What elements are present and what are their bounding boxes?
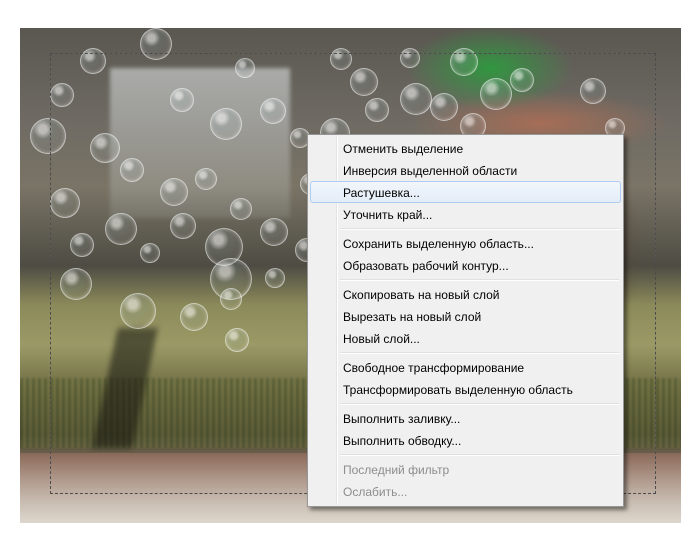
- menu-separator: [310, 400, 621, 407]
- menu-item[interactable]: Инверсия выделенной области: [310, 159, 621, 181]
- menu-separator: [310, 276, 621, 283]
- menu-item[interactable]: Новый слой...: [310, 327, 621, 349]
- menu-item[interactable]: Растушевка...: [310, 181, 621, 203]
- menu-separator: [310, 451, 621, 458]
- menu-item: Последний фильтр: [343, 463, 450, 477]
- menu-item[interactable]: Трансформировать выделенную область: [310, 378, 621, 400]
- menu-item[interactable]: Отменить выделение: [310, 137, 621, 159]
- menu-item[interactable]: Вырезать на новый слой: [310, 305, 621, 327]
- menu-items-list: Отменить выделение Инверсия выделенной об…: [310, 137, 621, 502]
- menu-item[interactable]: Выполнить заливку...: [310, 407, 621, 429]
- selection-context-menu: Отменить выделение Инверсия выделенной об…: [307, 134, 624, 507]
- menu-separator: [310, 225, 621, 232]
- menu-item: Ослабить...: [343, 485, 408, 499]
- menu-item[interactable]: Выполнить обводку...: [310, 429, 621, 451]
- menu-item[interactable]: Сохранить выделенную область...: [310, 232, 621, 254]
- menu-item[interactable]: Скопировать на новый слой: [310, 283, 621, 305]
- menu-item[interactable]: Свободное трансформирование: [310, 356, 621, 378]
- menu-item[interactable]: Образовать рабочий контур...: [310, 254, 621, 276]
- menu-separator: [310, 349, 621, 356]
- menu-item[interactable]: Уточнить край...: [310, 203, 621, 225]
